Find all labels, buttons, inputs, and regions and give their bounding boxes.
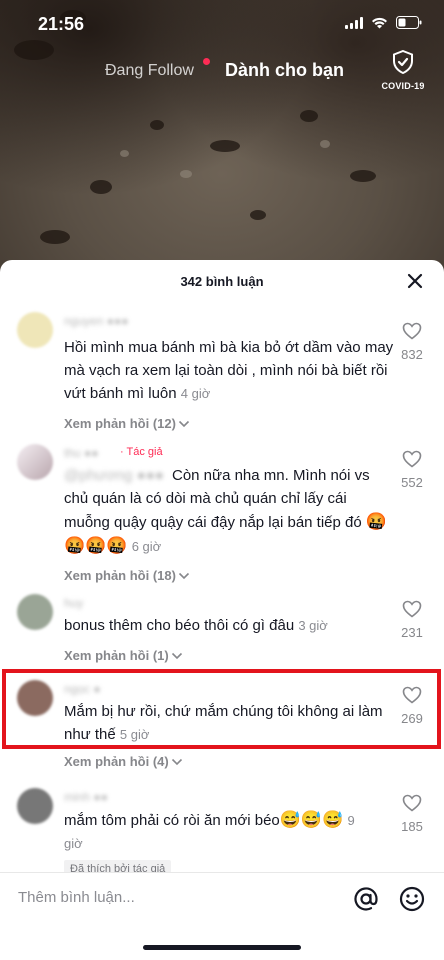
comment-username[interactable]: thu ●● <box>64 446 99 460</box>
chevron-down-icon <box>171 754 183 769</box>
texture-speck <box>250 210 266 220</box>
heart-icon <box>402 322 422 340</box>
home-indicator[interactable] <box>143 945 301 950</box>
status-time: 21:56 <box>38 14 85 34</box>
notification-dot <box>203 58 210 65</box>
texture-speck <box>210 140 240 152</box>
texture-speck <box>150 120 164 130</box>
comment-item: minh ●● mắm tôm phải có ròi ăn mới béo😅😅… <box>0 784 444 872</box>
covid-label: COVID-19 <box>381 81 425 91</box>
texture-speck <box>120 150 129 157</box>
texture-speck <box>40 230 70 244</box>
feed-tabs: Đang Follow Dành cho bạn COVID-19 <box>0 49 444 91</box>
comment-username[interactable]: minh ●● <box>64 790 108 804</box>
view-replies-label: Xem phản hồi (4) <box>64 754 169 769</box>
signal-icon <box>345 16 363 29</box>
comment-time: 6 giờ <box>131 539 162 554</box>
status-bar: 21:56 <box>0 0 444 48</box>
comment-item: huy bonus thêm cho béo thôi có gì đâu 3 … <box>0 592 444 672</box>
view-replies-link[interactable]: Xem phản hồi (1) <box>64 648 183 663</box>
view-replies-label: Xem phản hồi (18) <box>64 568 176 583</box>
shield-icon <box>392 49 414 78</box>
chevron-down-icon <box>171 648 183 663</box>
liked-by-creator-badge: Đã thích bởi tác giả <box>64 860 172 872</box>
highlight-frame <box>2 669 441 749</box>
comment-input-bar: Thêm bình luận... <box>0 872 444 960</box>
comment-body: bonus thêm cho béo thôi có gì đâu <box>64 617 295 634</box>
mention-tag[interactable]: @phương ●●● <box>64 464 164 487</box>
like-count: 552 <box>401 475 423 490</box>
comment-text: Hồi mình mua bánh mì bà kia bỏ ớt dầm và… <box>64 336 394 405</box>
avatar[interactable] <box>17 312 53 348</box>
texture-speck <box>300 110 318 122</box>
like-count: 832 <box>401 347 423 362</box>
heart-icon <box>402 794 422 812</box>
chevron-down-icon <box>178 568 190 583</box>
comment-body: Hồi mình mua bánh mì bà kia bỏ ớt dầm và… <box>64 339 394 402</box>
comment-list[interactable]: nguyen ●●● Hồi mình mua bánh mì bà kia b… <box>0 302 444 872</box>
like-count: 231 <box>401 625 423 640</box>
comment-text: mắm tôm phải có ròi ăn mới béo😅😅😅 9 giờ <box>64 808 364 855</box>
comment-time: 3 giờ <box>298 618 328 633</box>
comment-item: thu ●● · Tác giả @phương ●●● Còn nữa nha… <box>0 442 444 592</box>
comment-count-title: 342 bình luận <box>180 274 264 289</box>
comments-sheet: 342 bình luận nguyen ●●● Hồi mình mua bá… <box>0 260 444 960</box>
view-replies-link[interactable]: Xem phản hồi (4) <box>64 754 183 769</box>
at-icon[interactable] <box>352 885 380 913</box>
sheet-header: 342 bình luận <box>0 260 444 302</box>
comment-username[interactable]: huy <box>64 596 83 610</box>
comment-emojis: 😅😅😅 <box>279 810 344 829</box>
tab-for-you[interactable]: Dành cho bạn <box>225 60 344 81</box>
comment-text: bonus thêm cho béo thôi có gì đâu 3 giờ <box>64 614 394 637</box>
comment-input[interactable]: Thêm bình luận... <box>18 889 135 906</box>
close-icon[interactable] <box>404 270 426 292</box>
like-button[interactable]: 552 <box>394 450 430 490</box>
battery-icon <box>396 16 422 29</box>
chevron-down-icon <box>178 416 190 431</box>
like-count: 185 <box>401 819 423 834</box>
author-tag: · Tác giả <box>120 446 163 458</box>
avatar[interactable] <box>17 594 53 630</box>
avatar[interactable] <box>17 788 53 824</box>
texture-speck <box>320 140 330 148</box>
view-replies-label: Xem phản hồi (12) <box>64 416 176 431</box>
view-replies-label: Xem phản hồi (1) <box>64 648 169 663</box>
view-replies-link[interactable]: Xem phản hồi (12) <box>64 416 190 431</box>
smiley-icon[interactable] <box>398 885 426 913</box>
wifi-icon <box>371 17 388 29</box>
comment-text: @phương ●●● Còn nữa nha mn. Mình nói vs … <box>64 464 394 558</box>
comment-time: 4 giờ <box>180 386 211 401</box>
texture-speck <box>90 180 112 194</box>
covid-button[interactable]: COVID-19 <box>378 49 428 91</box>
tab-following[interactable]: Đang Follow <box>105 62 194 80</box>
avatar[interactable] <box>17 444 53 480</box>
view-replies-link[interactable]: Xem phản hồi (18) <box>64 568 190 583</box>
status-icons <box>345 16 422 29</box>
comment-item: nguyen ●●● Hồi mình mua bánh mì bà kia b… <box>0 310 444 440</box>
heart-icon <box>402 600 422 618</box>
like-button[interactable]: 231 <box>394 600 430 640</box>
like-button[interactable]: 185 <box>394 794 430 834</box>
texture-speck <box>350 170 376 182</box>
comment-username[interactable]: nguyen ●●● <box>64 314 128 328</box>
texture-speck <box>180 170 192 178</box>
like-button[interactable]: 832 <box>394 322 430 362</box>
heart-icon <box>402 450 422 468</box>
comment-body: mắm tôm phải có ròi ăn mới béo <box>64 812 280 829</box>
